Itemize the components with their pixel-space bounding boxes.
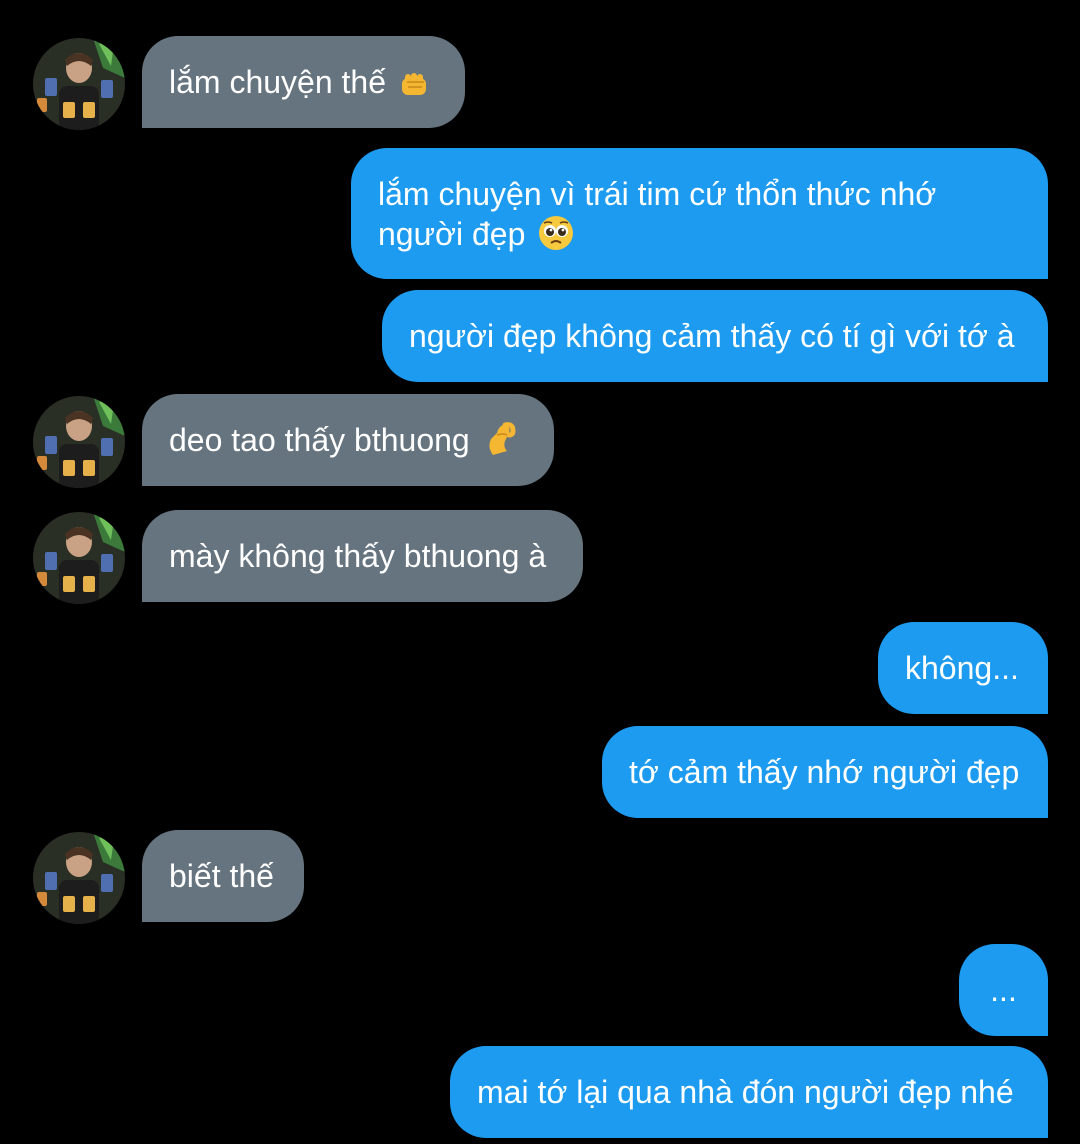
- message-text: lắm chuyện thế: [169, 64, 387, 100]
- received-message-bubble[interactable]: mày không thấy bthuong à: [142, 510, 583, 602]
- received-message-bubble[interactable]: biết thế: [142, 830, 304, 922]
- sent-message-bubble[interactable]: lắm chuyện vì trái tim cứ thổn thức nhớ …: [351, 148, 1048, 279]
- fist-icon: [399, 68, 429, 108]
- message-text: deo tao thấy bthuong: [169, 422, 470, 458]
- contact-avatar[interactable]: [33, 512, 125, 604]
- sent-message-bubble[interactable]: người đẹp không cảm thấy có tí gì với tớ…: [382, 290, 1048, 382]
- avatar-photo: [33, 512, 125, 604]
- message-text: tớ cảm thấy nhớ người đẹp: [629, 754, 1020, 790]
- message-text: ...: [990, 972, 1017, 1008]
- received-message-bubble[interactable]: lắm chuyện thế: [142, 36, 465, 128]
- sent-message-bubble[interactable]: tớ cảm thấy nhớ người đẹp: [602, 726, 1048, 818]
- avatar-photo: [33, 832, 125, 924]
- sent-message-bubble[interactable]: mai tớ lại qua nhà đón người đẹp nhé: [450, 1046, 1048, 1138]
- sent-message-bubble[interactable]: không...: [878, 622, 1048, 714]
- pleading-face-icon: [538, 215, 574, 260]
- message-text: người đẹp không cảm thấy có tí gì với tớ…: [409, 318, 1015, 354]
- contact-avatar[interactable]: [33, 396, 125, 488]
- message-text: biết thế: [169, 858, 274, 894]
- avatar-photo: [33, 396, 125, 488]
- contact-avatar[interactable]: [33, 832, 125, 924]
- contact-avatar[interactable]: [33, 38, 125, 130]
- message-thread: lắm chuyện thế lắm chuyện vì trái tim cứ…: [0, 0, 1080, 1144]
- received-message-bubble[interactable]: deo tao thấy bthuong: [142, 394, 554, 486]
- message-text: mai tớ lại qua nhà đón người đẹp nhé: [477, 1074, 1014, 1110]
- sent-message-bubble[interactable]: ...: [959, 944, 1048, 1036]
- pinching-hand-icon: [483, 421, 517, 466]
- message-text: mày không thấy bthuong à: [169, 538, 547, 574]
- message-text-line: người đẹp: [378, 216, 526, 252]
- message-text: không...: [905, 650, 1019, 686]
- message-text-line: lắm chuyện vì trái tim cứ thổn thức nhớ: [378, 176, 937, 212]
- avatar-photo: [33, 38, 125, 130]
